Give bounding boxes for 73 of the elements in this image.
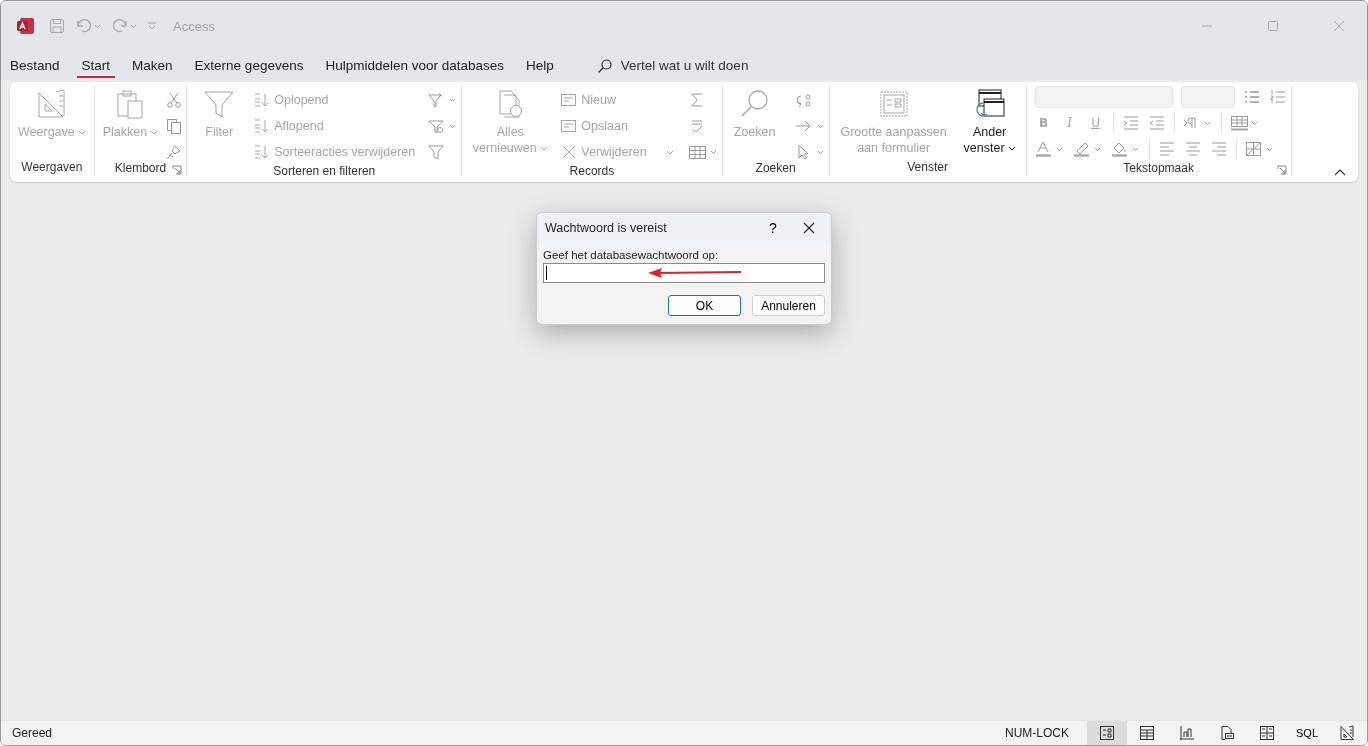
format-button[interactable]: U (1086, 116, 1105, 130)
ribbon-group-label: Weergaven (21, 160, 83, 174)
gridlines-icon[interactable] (1229, 115, 1260, 131)
ribbon-group-label: Records (569, 164, 615, 178)
ribbon-large-button[interactable]: Ander venster (957, 86, 1022, 158)
ribbon-group-label: Venster (907, 160, 948, 174)
ribbon-group-label: Sorteren en filteren (273, 164, 376, 178)
go-to-arrow-icon[interactable] (794, 118, 825, 134)
scissors-icon[interactable] (166, 92, 183, 108)
ribbon-tab[interactable]: Start (76, 53, 116, 78)
align-left-icon[interactable] (1157, 141, 1176, 157)
form-resize-icon (877, 88, 910, 120)
form-icon (560, 118, 579, 134)
dialog-title: Wachtwoord is vereist (545, 221, 668, 235)
layout-view-icon (1259, 725, 1275, 741)
redo-icon[interactable] (111, 18, 137, 34)
table-icon[interactable] (687, 144, 718, 160)
form-icon (560, 92, 579, 108)
chart-view-icon (1179, 725, 1195, 741)
help-button[interactable]: ? (753, 220, 793, 236)
ok-button[interactable]: OK (668, 295, 741, 316)
numbered-list-icon[interactable] (1268, 89, 1287, 105)
align-right-icon[interactable] (1209, 141, 1228, 157)
tell-me-search-field[interactable]: Vertel wat u wilt doen (618, 57, 823, 74)
switch-windows-icon (973, 88, 1006, 120)
ribbon-tab[interactable]: Externe gegevens (189, 53, 309, 78)
print-preview-icon (1219, 725, 1235, 741)
filter-selection-icon[interactable] (427, 92, 458, 108)
design-view-icon (1339, 725, 1355, 741)
password-prompt: Geef het databasewachtwoord op: (543, 249, 720, 261)
funnel-icon (203, 88, 236, 120)
save-icon[interactable] (49, 18, 65, 34)
bullet-list-icon[interactable] (1242, 89, 1261, 105)
ruler-icon (35, 88, 68, 120)
cancel-button[interactable]: Annuleren (752, 295, 825, 316)
undo-icon[interactable] (75, 18, 101, 34)
close-icon[interactable] (803, 222, 815, 234)
form-view-icon (1099, 725, 1115, 741)
view-button[interactable] (1087, 721, 1127, 745)
maximize-icon[interactable] (1267, 20, 1279, 32)
align-center-icon[interactable] (1183, 141, 1202, 157)
font-size-dropdown[interactable] (1180, 86, 1235, 108)
status-text: Gereed (11, 726, 53, 740)
sql-view-button[interactable]: SQL (1287, 721, 1327, 745)
ribbon-tab[interactable]: Bestand (5, 53, 65, 78)
ribbon-tab[interactable]: Maken (127, 53, 178, 78)
dialog-launcher-icon[interactable] (172, 165, 183, 175)
ribbon-group-label: Tekstopmaak (1123, 161, 1194, 175)
increase-indent-icon[interactable] (1121, 115, 1140, 131)
window-title: Access (173, 18, 215, 34)
copy-icon[interactable] (166, 118, 183, 134)
alternate-row-color-icon[interactable] (1244, 141, 1275, 157)
paragraph-direction-icon[interactable] (1182, 115, 1213, 131)
fill-bucket-icon[interactable] (1110, 141, 1141, 157)
format-button[interactable]: I (1060, 116, 1079, 130)
collapse-ribbon-icon[interactable] (1334, 168, 1346, 176)
num-lock-indicator: NUM-LOCK (1005, 726, 1069, 740)
format-painter-icon[interactable] (166, 144, 183, 160)
format-button[interactable]: B (1034, 116, 1053, 130)
dialog-launcher-icon[interactable] (1276, 165, 1287, 175)
datasheet-view-icon (1139, 725, 1155, 741)
password-field[interactable] (543, 263, 825, 283)
ribbon-group-label: Klembord (114, 161, 167, 175)
filter-options-icon[interactable] (427, 118, 458, 134)
customize-toolbar-icon[interactable] (147, 20, 157, 32)
ribbon-group-label: Zoeken (755, 161, 796, 175)
font-color-icon[interactable] (1034, 141, 1065, 157)
ribbon-tab[interactable]: Hulpmiddelen voor databases (320, 53, 510, 78)
decrease-indent-icon[interactable] (1147, 115, 1166, 131)
search-icon (596, 57, 613, 74)
ribbon-tab[interactable]: Help (521, 53, 559, 78)
app-logo-icon (17, 17, 35, 35)
highlighter-icon[interactable] (1072, 141, 1103, 157)
